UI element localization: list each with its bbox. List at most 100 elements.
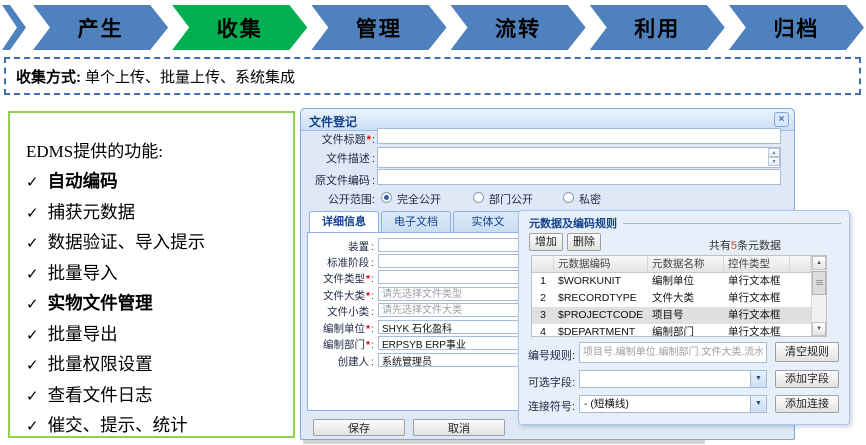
compile-dept-input[interactable] <box>378 336 525 350</box>
metadata-count: 共有5条元数据 <box>709 237 781 253</box>
file-type-label: 文件类型*: <box>308 271 374 286</box>
check-icon: ✓ <box>26 235 39 252</box>
file-type-input[interactable] <box>378 270 525 284</box>
creator-label: 创建人: <box>308 354 374 369</box>
chevron-down-icon[interactable]: ▼ <box>750 396 766 412</box>
flow-step-manage: 管理 <box>311 5 446 50</box>
cancel-button[interactable]: 取消 <box>413 419 505 436</box>
file-desc-input[interactable] <box>377 147 781 168</box>
connector-label: 连接符号: <box>519 398 575 414</box>
compile-unit-label: 编制单位*: <box>308 321 374 336</box>
save-button[interactable]: 保存 <box>313 419 405 436</box>
divider <box>623 223 841 224</box>
radio-private-label: 私密 <box>579 191 601 207</box>
compile-dept-label: 编制部门*: <box>308 337 374 352</box>
check-icon: ✓ <box>26 418 39 435</box>
file-title-input[interactable] <box>377 128 781 144</box>
metadata-grid: 元数据编码 元数据名称 控件类型 1 $WORKUNIT 编制单位 单行文本框 … <box>532 256 811 336</box>
collect-method-banner: 收集方式: 单个上传、批量上传、系统集成 <box>4 57 861 95</box>
orig-code-label: 原文件编码: <box>305 172 375 188</box>
flow-step-label: 归档 <box>773 13 819 43</box>
chevron-down-icon[interactable]: ▼ <box>750 371 766 387</box>
feature-item: ✓自动编码 <box>26 167 283 198</box>
flow-step-label: 产生 <box>78 13 124 43</box>
orig-code-input[interactable] <box>377 169 781 185</box>
scrollbar-up-icon[interactable]: ▲ <box>812 256 826 270</box>
delete-metadata-button[interactable]: 删除 <box>567 233 601 251</box>
scroll-down-icon[interactable]: ▼ <box>768 157 780 166</box>
panel-title: 元数据及编码规则 <box>529 215 617 231</box>
creator-input[interactable] <box>378 353 525 367</box>
feature-item: ✓查看文件日志 <box>26 381 283 412</box>
tab-physical-file[interactable]: 实体文 <box>453 211 523 232</box>
flow-step-label: 管理 <box>356 13 402 43</box>
flow-step-utilize: 利用 <box>590 5 725 50</box>
flow-step-label: 收集 <box>217 13 263 43</box>
col-header-type[interactable]: 控件类型 <box>724 256 790 272</box>
feature-item: ✓催交、提示、统计 <box>26 411 283 442</box>
radio-department[interactable] <box>473 192 484 203</box>
screenshot-root: 产生 收集 管理 流转 利用 归档 收集方式: 单个上传、批量上传、系统集成 E… <box>0 0 866 445</box>
col-header-code[interactable]: 元数据编码 <box>554 256 648 272</box>
banner-label: 收集方式: <box>16 66 81 87</box>
standard-phase-input[interactable] <box>378 254 525 268</box>
check-icon: ✓ <box>26 296 39 313</box>
feature-item: ✓捕获元数据 <box>26 198 283 229</box>
radio-public-full-label: 完全公开 <box>397 191 441 207</box>
feature-item: ✓实物文件管理 <box>26 289 283 320</box>
col-header-name[interactable]: 元数据名称 <box>648 256 724 272</box>
compile-unit-input[interactable] <box>378 320 525 334</box>
file-category-label: 文件大类*: <box>308 288 374 303</box>
banner-text: 单个上传、批量上传、系统集成 <box>85 66 295 87</box>
optional-field-label: 可选字段: <box>519 374 575 390</box>
check-icon: ✓ <box>26 174 39 191</box>
radio-department-label: 部门公开 <box>489 191 533 207</box>
rule-label: 编号规则: <box>519 347 575 363</box>
tab-detail-info[interactable]: 详细信息 <box>309 211 379 233</box>
table-row-selected[interactable]: 3 $PROJECTCODE 项目号 单行文本框 <box>532 307 811 324</box>
rule-input[interactable] <box>579 342 767 363</box>
optional-field-select[interactable]: ▼ <box>579 370 767 388</box>
features-title: EDMS提供的功能: <box>26 137 283 162</box>
table-row[interactable]: 4 $DEPARTMENT 编制部门 单行文本框 <box>532 324 811 337</box>
close-icon[interactable]: × <box>774 112 789 127</box>
file-desc-label: 文件描述: <box>305 150 375 166</box>
flow-step-circulate: 流转 <box>451 5 586 50</box>
feature-item: ✓数据验证、导入提示 <box>26 228 283 259</box>
flow-step-collect: 收集 <box>172 5 307 50</box>
scrollbar-thumb[interactable] <box>812 271 826 295</box>
feature-item: ✓批量导出 <box>26 320 283 351</box>
feature-item: ✓批量权限设置 <box>26 350 283 381</box>
col-header-blank <box>790 256 811 272</box>
flow-step-label: 流转 <box>495 13 541 43</box>
flow-step-archive: 归档 <box>729 5 864 50</box>
clear-rule-button[interactable]: 清空规则 <box>775 342 839 362</box>
check-icon: ✓ <box>26 266 39 283</box>
table-row[interactable]: 1 $WORKUNIT 编制单位 单行文本框 <box>532 273 811 290</box>
metadata-table: 元数据编码 元数据名称 控件类型 1 $WORKUNIT 编制单位 单行文本框 … <box>531 255 827 337</box>
radio-public-full[interactable] <box>381 192 392 203</box>
feature-item: ✓批量导入 <box>26 259 283 290</box>
panel-header: 元数据及编码规则 <box>529 215 841 231</box>
flow-lead-chevron-icon <box>2 5 26 50</box>
scroll-up-icon[interactable]: ▲ <box>768 148 780 157</box>
scope-label: 公开范围: <box>305 191 375 207</box>
table-header-row: 元数据编码 元数据名称 控件类型 <box>532 256 811 273</box>
table-scrollbar[interactable]: ▲ ▼ <box>811 256 826 336</box>
check-icon: ✓ <box>26 205 39 222</box>
connector-select[interactable]: - (短横线) ▼ <box>579 395 767 413</box>
add-metadata-button[interactable]: 增加 <box>529 233 563 251</box>
scrollbar-down-icon[interactable]: ▼ <box>812 322 826 336</box>
process-flow: 产生 收集 管理 流转 利用 归档 <box>2 5 864 50</box>
device-input[interactable] <box>378 238 525 252</box>
features-box: EDMS提供的功能: ✓自动编码 ✓捕获元数据 ✓数据验证、导入提示 ✓批量导入… <box>8 111 295 438</box>
tab-electronic-doc[interactable]: 电子文档 <box>381 211 451 232</box>
add-connector-button[interactable]: 添加连接 <box>775 395 839 413</box>
add-field-button[interactable]: 添加字段 <box>775 370 839 388</box>
table-row[interactable]: 2 $RECORDTYPE 文件大类 单行文本框 <box>532 290 811 307</box>
radio-private[interactable] <box>563 192 574 203</box>
file-subcategory-input[interactable] <box>378 303 525 317</box>
check-icon: ✓ <box>26 357 39 374</box>
file-category-input[interactable] <box>378 287 525 301</box>
metadata-rules-panel: 元数据及编码规则 增加 删除 共有5条元数据 元数据编码 元数据名称 控件类型 … <box>518 210 850 425</box>
